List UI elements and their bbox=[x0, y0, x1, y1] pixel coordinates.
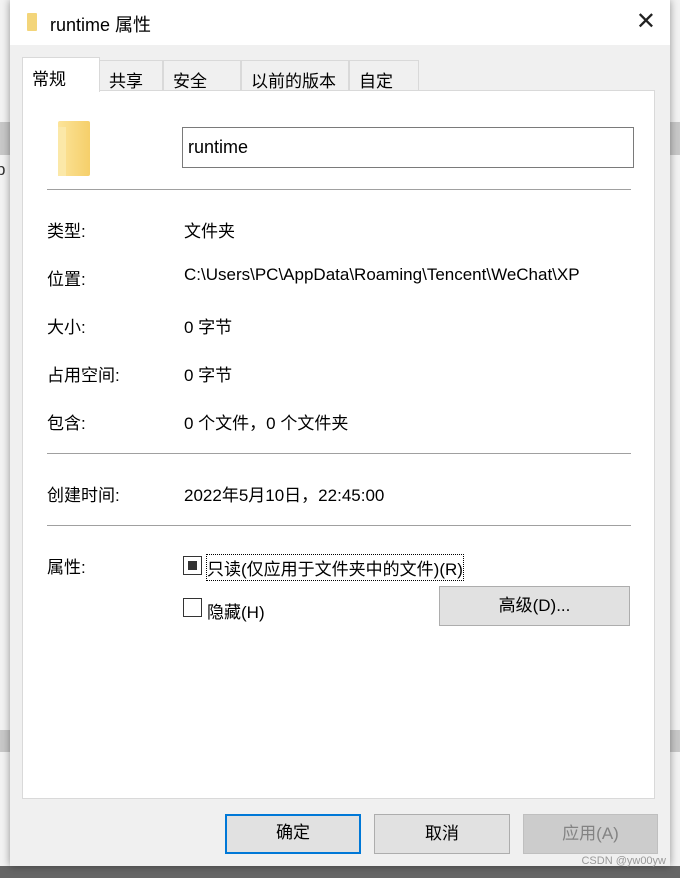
divider bbox=[47, 453, 631, 454]
window-title: runtime 属性 bbox=[50, 15, 152, 35]
title-bar: runtime 属性 ✕ bbox=[10, 0, 670, 45]
size-value: 0 字节 bbox=[184, 318, 233, 337]
folder-icon bbox=[58, 121, 90, 176]
background-text: p bbox=[0, 160, 6, 179]
contains-value: 0 个文件，0 个文件夹 bbox=[184, 414, 349, 433]
size-on-disk-label: 占用空间: bbox=[47, 366, 120, 385]
tab-previous-versions[interactable]: 以前的版本 bbox=[241, 60, 349, 91]
divider bbox=[47, 189, 631, 190]
background-bar bbox=[670, 730, 680, 752]
folder-icon bbox=[27, 13, 37, 31]
close-icon[interactable]: ✕ bbox=[636, 9, 656, 35]
folder-name-input[interactable] bbox=[182, 127, 634, 168]
created-value: 2022年5月10日，22:45:00 bbox=[184, 486, 385, 505]
hidden-checkbox[interactable] bbox=[183, 598, 202, 617]
advanced-button[interactable]: 高级(D)... bbox=[439, 586, 630, 626]
watermark: CSDN @yw00yw bbox=[581, 855, 666, 867]
taskbar-background bbox=[0, 866, 680, 878]
general-panel: 类型: 文件夹 位置: C:\Users\PC\AppData\Roaming\… bbox=[22, 90, 655, 799]
type-value: 文件夹 bbox=[184, 222, 235, 241]
tab-customize[interactable]: 自定义 bbox=[349, 60, 419, 116]
ok-button[interactable]: 确定 bbox=[225, 814, 361, 854]
size-label: 大小: bbox=[47, 318, 86, 337]
divider bbox=[47, 525, 631, 526]
contains-label: 包含: bbox=[47, 414, 86, 433]
properties-dialog: runtime 属性 ✕ 常规 共享 安全 以前的版本 自定义 类型: 文件夹 … bbox=[10, 0, 670, 866]
readonly-label[interactable]: 只读(仅应用于文件夹中的文件)(R) bbox=[206, 554, 464, 581]
background-bar bbox=[0, 122, 10, 155]
tab-sharing[interactable]: 共享 bbox=[99, 60, 163, 91]
apply-button[interactable]: 应用(A) bbox=[523, 814, 658, 854]
cancel-button[interactable]: 取消 bbox=[374, 814, 510, 854]
background-bar bbox=[0, 730, 10, 752]
location-label: 位置: bbox=[47, 270, 86, 289]
location-value: C:\Users\PC\AppData\Roaming\Tencent\WeCh… bbox=[184, 265, 580, 284]
readonly-checkbox[interactable] bbox=[183, 556, 202, 575]
tab-general[interactable]: 常规 bbox=[22, 57, 100, 92]
attributes-label: 属性: bbox=[47, 558, 86, 577]
created-label: 创建时间: bbox=[47, 486, 120, 505]
tab-security[interactable]: 安全 bbox=[163, 60, 241, 91]
type-label: 类型: bbox=[47, 222, 86, 241]
hidden-label[interactable]: 隐藏(H) bbox=[207, 598, 265, 623]
background-bar bbox=[670, 122, 680, 155]
size-on-disk-value: 0 字节 bbox=[184, 366, 233, 385]
